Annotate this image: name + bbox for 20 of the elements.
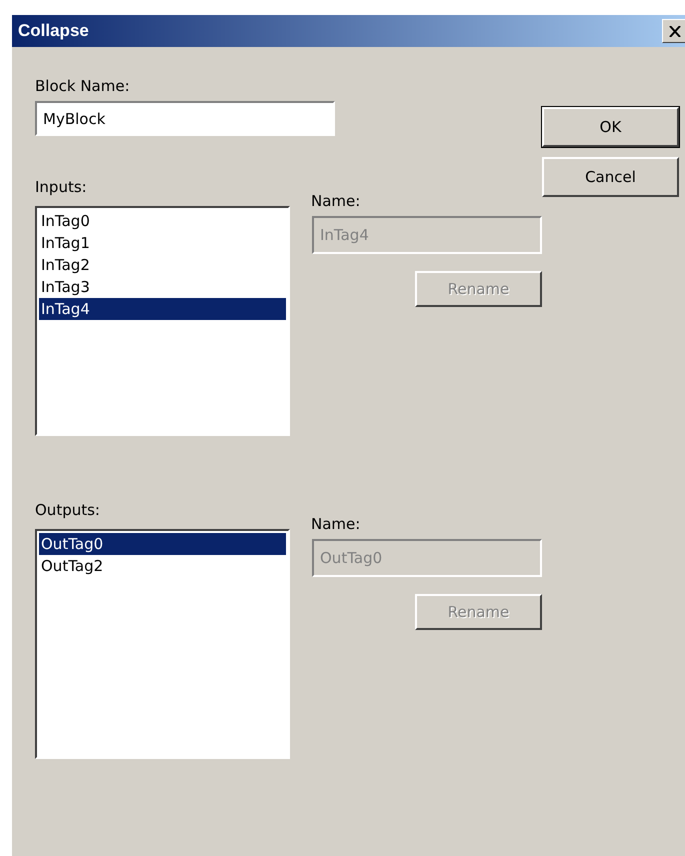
list-item[interactable]: InTag1: [39, 232, 286, 254]
window-title: Collapse: [18, 21, 89, 41]
field-label: Name:: [311, 515, 360, 533]
block-name-field[interactable]: MyBlock: [35, 101, 335, 136]
close-button[interactable]: [662, 19, 685, 43]
field-label: Block Name:: [35, 77, 131, 95]
list-item[interactable]: OutTag0: [39, 533, 286, 555]
list-box[interactable]: InTag0 InTag1 InTag2 InTag3 InTag4: [35, 206, 290, 436]
close-icon: [669, 26, 681, 36]
list-item[interactable]: InTag2: [39, 254, 286, 276]
list-label: Inputs:: [35, 178, 88, 196]
cancel-button[interactable]: Cancel: [542, 157, 679, 197]
list-item[interactable]: OutTag2: [39, 555, 286, 577]
field-label: Name:: [311, 192, 360, 210]
list-label: Outputs:: [35, 501, 101, 519]
ok-button[interactable]: OK: [542, 107, 679, 147]
list-item[interactable]: InTag3: [39, 276, 286, 298]
list-item[interactable]: InTag4: [39, 298, 286, 320]
list-box[interactable]: OutTag0 OutTag2: [35, 529, 290, 759]
list-item[interactable]: InTag0: [39, 210, 286, 232]
